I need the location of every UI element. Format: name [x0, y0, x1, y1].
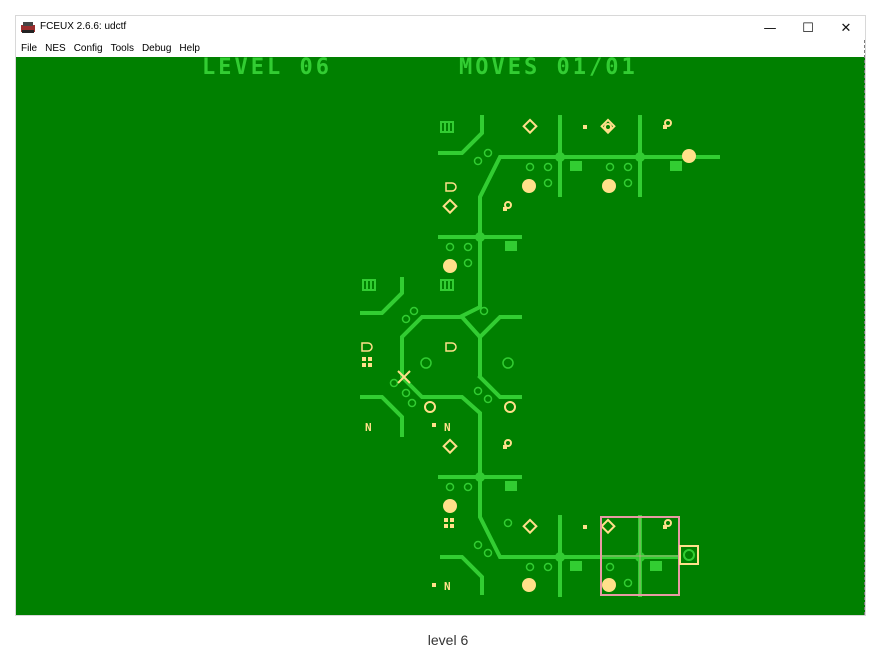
track-mid-loop	[400, 295, 482, 459]
menu-bar: File NES Config Tools Debug Help	[16, 40, 865, 57]
ring-component	[483, 394, 493, 404]
ring-component	[473, 156, 483, 166]
ring-component	[543, 562, 553, 572]
window-title: FCEUX 2.6.6: udctf	[40, 21, 127, 32]
ring-component	[473, 540, 483, 550]
chip-glyph	[670, 161, 682, 171]
power-node	[522, 578, 536, 592]
pixel-dot	[503, 445, 507, 449]
junction-node	[475, 232, 485, 242]
ring-component	[543, 178, 553, 188]
power-node	[682, 149, 696, 163]
track-mid-right-bottom	[477, 374, 522, 399]
diamond-target	[522, 518, 538, 535]
power-node	[443, 499, 457, 513]
title-bar[interactable]: FCEUX 2.6.6: udctf — ☐ ✕	[16, 16, 865, 40]
menu-tools[interactable]: Tools	[107, 43, 138, 54]
junction-node	[475, 472, 485, 482]
window-edge-divider	[864, 40, 866, 615]
chip-glyph	[650, 561, 662, 571]
ring-component	[407, 398, 417, 408]
ring-component	[503, 518, 513, 528]
ring-component	[623, 162, 633, 172]
circuit-board: N N N	[360, 115, 720, 597]
minimize-button[interactable]: —	[751, 16, 789, 40]
pixel-dot	[583, 125, 587, 129]
track-lower-main	[478, 455, 682, 559]
ring-component	[409, 306, 419, 316]
ring-component	[525, 562, 535, 572]
junction-node	[555, 152, 565, 162]
menu-help[interactable]: Help	[175, 43, 204, 54]
figure-caption: level 6	[427, 632, 469, 648]
goal-box	[679, 545, 699, 565]
ring-component	[420, 357, 432, 369]
pixel-dot	[663, 525, 667, 529]
ring-component	[463, 242, 473, 252]
d-glyph	[445, 182, 457, 192]
power-node	[522, 179, 536, 193]
pixel-dot	[583, 525, 587, 529]
track-upper-main	[478, 155, 720, 239]
ring-component	[479, 306, 489, 316]
chip-glyph	[570, 561, 582, 571]
fceux-app-icon	[21, 22, 35, 33]
power-node	[602, 179, 616, 193]
diamond-target	[442, 438, 458, 455]
ring-component	[389, 378, 399, 388]
ring-target	[424, 401, 436, 413]
chip-glyph	[505, 481, 517, 491]
ring-component	[445, 242, 455, 252]
n-glyph: N	[444, 580, 451, 593]
ring-component	[502, 357, 514, 369]
ring-component	[463, 258, 473, 268]
menu-config[interactable]: Config	[70, 43, 107, 54]
close-button[interactable]: ✕	[827, 16, 865, 40]
ring-component	[483, 148, 493, 158]
power-node	[602, 578, 616, 592]
ring-component	[463, 482, 473, 492]
ring-component	[401, 388, 411, 398]
pixel-dot	[432, 583, 436, 587]
diamond-target	[522, 118, 538, 135]
diamond-target	[600, 518, 616, 535]
menu-debug[interactable]: Debug	[138, 43, 175, 54]
ring-component	[445, 482, 455, 492]
pixel-dot	[503, 207, 507, 211]
track-mid-right-top	[477, 315, 522, 340]
chip-glyph	[505, 241, 517, 251]
menu-nes[interactable]: NES	[41, 43, 70, 54]
ring-component	[623, 178, 633, 188]
d-glyph	[445, 342, 457, 352]
power-node	[443, 259, 457, 273]
ring-component	[605, 162, 615, 172]
ring-component	[623, 578, 633, 588]
maximize-button[interactable]: ☐	[789, 16, 827, 40]
junction-node	[635, 152, 645, 162]
ring-component	[525, 162, 535, 172]
diamond-target	[442, 198, 458, 215]
ring-component	[483, 548, 493, 558]
ring-target	[504, 401, 516, 413]
pixel-dot	[663, 125, 667, 129]
n-glyph: N	[365, 421, 372, 434]
ring-target	[604, 123, 612, 131]
track-mid-inner	[459, 314, 482, 377]
pixel-dot	[432, 423, 436, 427]
ring-component	[605, 562, 615, 572]
ring-component	[543, 162, 553, 172]
ring-component	[473, 386, 483, 396]
menu-file[interactable]: File	[16, 43, 41, 54]
ring-component	[401, 314, 411, 324]
chip-glyph	[570, 161, 582, 171]
junction-node	[555, 552, 565, 562]
emulator-window: FCEUX 2.6.6: udctf — ☐ ✕ File NES Config…	[16, 16, 865, 615]
d-glyph	[361, 342, 373, 352]
game-screen[interactable]: LEVEL 06 MOVES 01/01 N N N	[16, 57, 865, 615]
n-glyph: N	[444, 421, 451, 434]
